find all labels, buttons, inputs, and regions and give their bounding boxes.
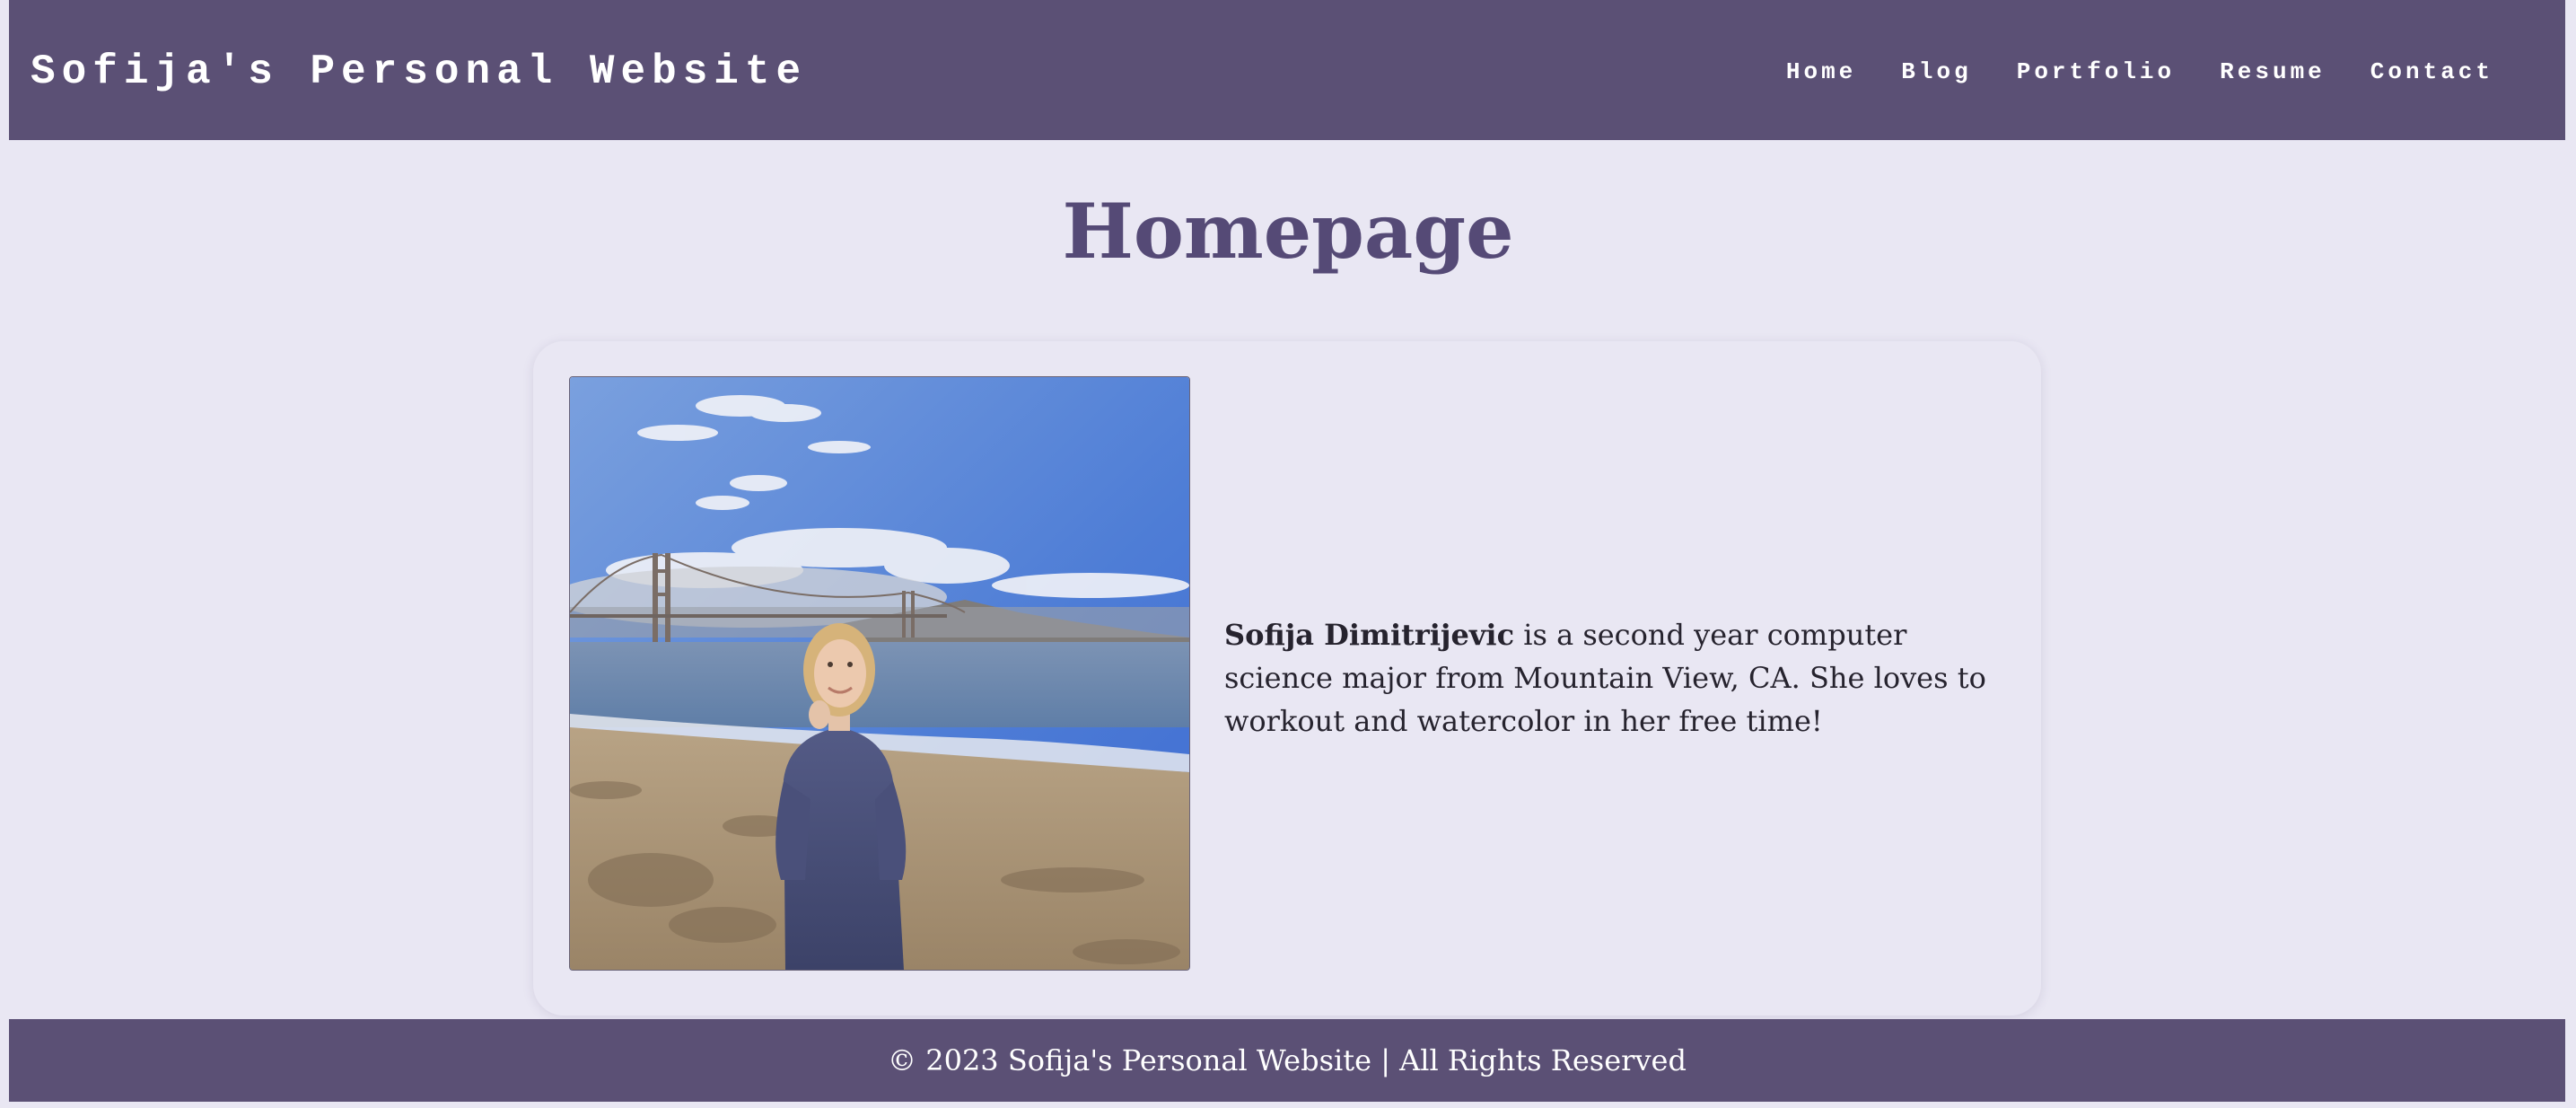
site-footer: © 2023 Sofija's Personal Website | All R… <box>9 1019 2565 1102</box>
nav-resume-link[interactable]: Resume <box>2220 57 2326 86</box>
profile-photo <box>569 376 1190 971</box>
beach-photo-illustration <box>570 377 1189 970</box>
nav-home-link[interactable]: Home <box>1786 57 1856 86</box>
bio-name: Sofija Dimitrijevic <box>1224 618 1515 652</box>
intro-card: Sofija Dimitrijevic is a second year com… <box>533 341 2041 1016</box>
site-header: Sofija's Personal Website Home Blog Port… <box>9 0 2565 140</box>
main-nav: Home Blog Portfolio Resume Contact <box>1786 57 2493 86</box>
nav-blog-link[interactable]: Blog <box>1901 57 1971 86</box>
bio-text: Sofija Dimitrijevic is a second year com… <box>1224 613 1996 743</box>
site-title[interactable]: Sofija's Personal Website <box>31 47 807 97</box>
footer-copyright: © 2023 Sofija's Personal Website | All R… <box>888 1043 1687 1077</box>
page-title: Homepage <box>1062 187 1514 276</box>
nav-portfolio-link[interactable]: Portfolio <box>2017 57 2175 86</box>
nav-contact-link[interactable]: Contact <box>2370 57 2493 86</box>
